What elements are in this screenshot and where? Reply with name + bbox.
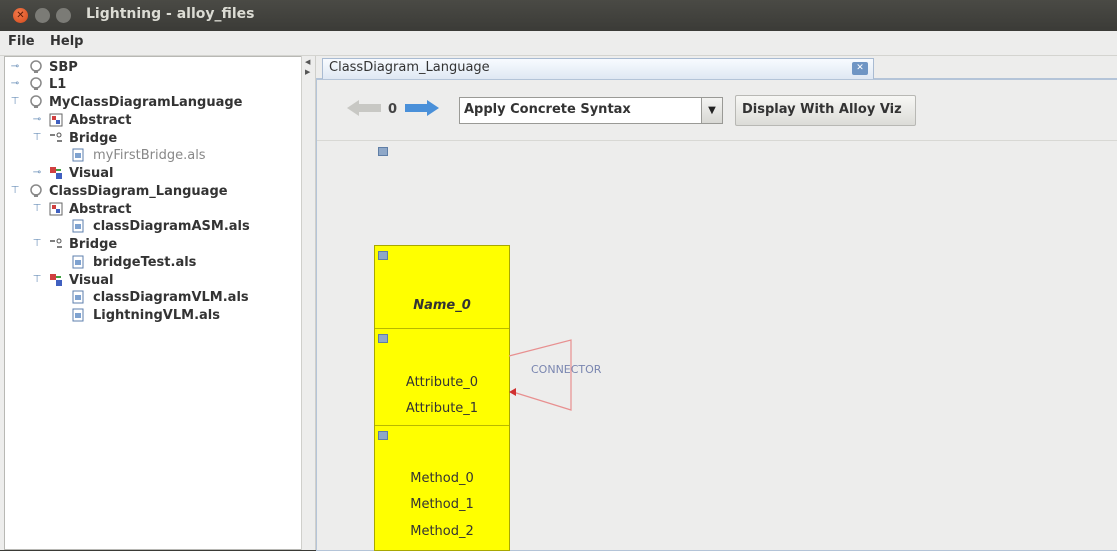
class-box[interactable]: Name_0 Attribute_0 Attribute_1 Method_0 … (374, 245, 510, 551)
compartment-handle-icon[interactable] (378, 431, 388, 440)
tree-expand-icon[interactable]: ⊸ (31, 114, 43, 126)
menu-help[interactable]: Help (50, 34, 83, 49)
package-icon (30, 77, 42, 90)
tree-collapse-icon[interactable]: ⊤ (9, 185, 21, 197)
tree-node-label: MyClassDiagramLanguage (49, 95, 243, 110)
tree-collapse-icon[interactable]: ⊤ (31, 203, 43, 215)
expand-right-icon[interactable]: ▶ (305, 68, 310, 76)
minimize-window-button[interactable] (35, 8, 50, 23)
tree-node-label: SBP (49, 60, 78, 75)
visual-icon (50, 167, 62, 179)
tree-node-label: Abstract (69, 113, 132, 128)
tree-collapse-icon[interactable]: ⊤ (31, 132, 43, 144)
connector-label: CONNECTOR (531, 363, 602, 376)
tree-node-label: L1 (49, 77, 67, 92)
compartment-handle-icon[interactable] (378, 251, 388, 260)
file-icon (72, 148, 84, 162)
syntax-select[interactable]: Apply Concrete Syntax ▼ (459, 97, 723, 124)
method-item: Method_0 (410, 471, 474, 486)
tree-node-lightningvlm-file[interactable]: LightningVLM.als (51, 307, 299, 324)
package-icon (30, 184, 42, 197)
file-icon (72, 308, 84, 322)
container-handle-icon[interactable] (378, 147, 388, 156)
tree-node-myclassdiagramlanguage[interactable]: ⊤ MyClassDiagramLanguage (9, 94, 299, 111)
tree-node-bridge[interactable]: ⊤ Bridge (31, 130, 299, 147)
method-item: Method_2 (410, 524, 474, 539)
class-name: Name_0 (413, 298, 471, 313)
tree-node-label: classDiagramVLM.als (93, 290, 249, 305)
tree-node-classdiagramasm-file[interactable]: classDiagramASM.als (51, 218, 299, 235)
maximize-window-button[interactable] (56, 8, 71, 23)
diagram-canvas[interactable]: Name_0 Attribute_0 Attribute_1 Method_0 … (317, 141, 1117, 551)
attributes-compartment[interactable]: Attribute_0 Attribute_1 (375, 329, 509, 426)
visual-icon (50, 274, 62, 286)
tree-collapse-icon[interactable]: ⊤ (9, 96, 21, 108)
tree-expand-icon[interactable]: ⊸ (9, 78, 21, 90)
attribute-item: Attribute_1 (405, 401, 479, 416)
tree-collapse-icon[interactable]: ⊤ (31, 274, 43, 286)
application-window: ✕ Lightning - alloy_files File Help ⊸ SB… (0, 0, 1117, 551)
tab-label: ClassDiagram_Language (329, 60, 490, 75)
tree-node-bridge[interactable]: ⊤ Bridge (31, 236, 299, 253)
syntax-select-value: Apply Concrete Syntax (464, 102, 631, 117)
tree-expand-icon[interactable]: ⊸ (31, 167, 43, 179)
tree-node-label: myFirstBridge.als (93, 148, 206, 163)
title-bar: ✕ Lightning - alloy_files (0, 0, 1117, 31)
tab-close-icon[interactable]: ✕ (852, 62, 868, 75)
package-icon (30, 95, 42, 108)
history-counter: 0 (388, 102, 398, 117)
file-icon (72, 255, 84, 269)
method-item: Method_1 (410, 497, 474, 512)
tree-node-label: LightningVLM.als (93, 308, 220, 323)
tree-node-label: Abstract (69, 202, 132, 217)
attribute-item: Attribute_0 (405, 375, 479, 390)
abstract-icon (49, 202, 63, 216)
bridge-icon (50, 238, 62, 248)
split-pane-divider[interactable]: ◀ ▶ (301, 56, 316, 550)
tree-node-label: Bridge (69, 131, 118, 146)
tree-node-bridgetest-file[interactable]: bridgeTest.als (51, 254, 299, 271)
editor-panel: 0 Apply Concrete Syntax ▼ Display With A… (316, 79, 1117, 551)
editor-toolbar: 0 Apply Concrete Syntax ▼ Display With A… (317, 80, 1117, 141)
editor-tab-strip: ClassDiagram_Language ✕ (316, 56, 1117, 79)
forward-arrow-icon[interactable] (403, 98, 441, 118)
tree-node-l1[interactable]: ⊸ L1 (9, 76, 299, 93)
project-tree: ⊸ SBP ⊸ L1 ⊤ MyClassDiagramLanguage ⊸ Ab… (4, 56, 302, 550)
tree-node-visual[interactable]: ⊸ Visual (31, 165, 299, 182)
display-alloy-viz-button[interactable]: Display With Alloy Viz (735, 95, 916, 126)
display-alloy-viz-label: Display With Alloy Viz (742, 102, 902, 117)
tree-node-sbp[interactable]: ⊸ SBP (9, 59, 299, 76)
menu-file[interactable]: File (8, 34, 35, 49)
chevron-down-icon[interactable]: ▼ (701, 98, 722, 123)
tree-node-label: ClassDiagram_Language (49, 184, 228, 199)
tree-collapse-icon[interactable]: ⊤ (31, 238, 43, 250)
package-icon (30, 60, 42, 73)
bridge-icon (50, 132, 62, 142)
menu-bar: File Help (0, 31, 1117, 56)
tree-node-abstract[interactable]: ⊤ Abstract (31, 201, 299, 218)
class-name-compartment[interactable]: Name_0 (375, 246, 509, 329)
file-icon (72, 219, 84, 233)
file-icon (72, 290, 84, 304)
tree-node-label: classDiagramASM.als (93, 219, 250, 234)
window-title: Lightning - alloy_files (86, 6, 255, 22)
back-arrow-icon[interactable] (345, 98, 383, 118)
tree-node-label: bridgeTest.als (93, 255, 197, 270)
tree-node-classdiagram-language[interactable]: ⊤ ClassDiagram_Language (9, 183, 299, 200)
tree-node-abstract[interactable]: ⊸ Abstract (31, 112, 299, 129)
tree-node-classdiagramvlm-file[interactable]: classDiagramVLM.als (51, 289, 299, 306)
tree-node-label: Bridge (69, 237, 118, 252)
tree-node-label: Visual (69, 166, 114, 181)
tree-node-label: Visual (69, 273, 114, 288)
tree-node-visual[interactable]: ⊤ Visual (31, 272, 299, 289)
compartment-handle-icon[interactable] (378, 334, 388, 343)
collapse-left-icon[interactable]: ◀ (305, 58, 310, 66)
tree-node-myfirstbridge-file[interactable]: myFirstBridge.als (51, 147, 299, 164)
tree-expand-icon[interactable]: ⊸ (9, 61, 21, 73)
methods-compartment[interactable]: Method_0 Method_1 Method_2 (375, 426, 509, 549)
abstract-icon (49, 113, 63, 127)
tab-classdiagram-language[interactable]: ClassDiagram_Language ✕ (322, 58, 874, 79)
close-window-button[interactable]: ✕ (13, 8, 28, 23)
